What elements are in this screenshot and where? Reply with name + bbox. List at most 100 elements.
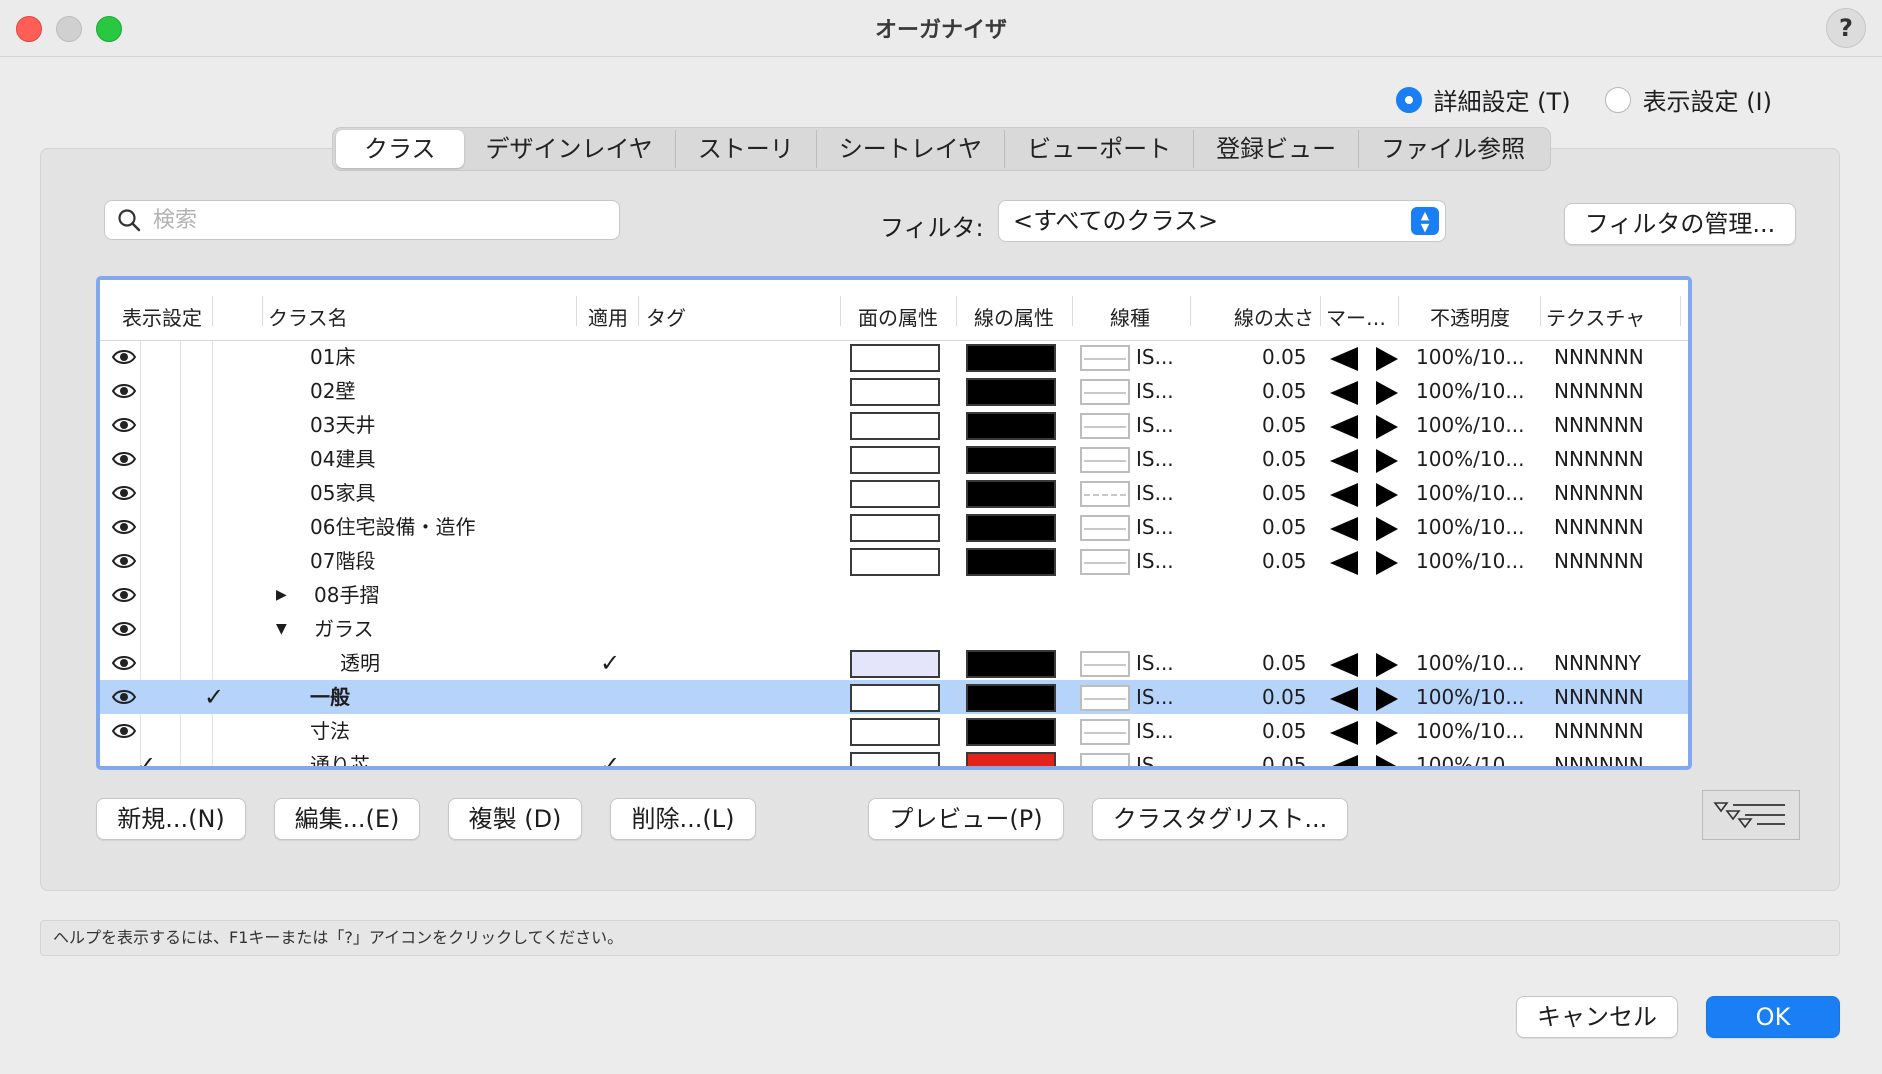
- col-class-name[interactable]: クラス名: [268, 302, 348, 331]
- tab-file-reference[interactable]: ファイル参照: [1358, 130, 1547, 168]
- texture-value[interactable]: NNNNNN: [1554, 680, 1644, 714]
- class-name[interactable]: 寸法: [310, 714, 350, 748]
- fill-attribute-swatch[interactable]: [850, 480, 940, 508]
- line-type-label[interactable]: IS...: [1136, 544, 1174, 578]
- marker-arrow-icon[interactable]: [1330, 381, 1398, 405]
- col-line-type[interactable]: 線種: [1110, 302, 1150, 331]
- table-row[interactable]: 寸法 IS... 0.05 100%/10... NNNNNN: [100, 714, 1688, 748]
- texture-value[interactable]: NNNNNN: [1554, 544, 1644, 578]
- line-weight-value[interactable]: 0.05: [1262, 374, 1307, 408]
- col-fill[interactable]: 面の属性: [858, 302, 938, 331]
- line-weight-value[interactable]: 0.05: [1262, 680, 1307, 714]
- line-type-label[interactable]: IS...: [1136, 646, 1174, 680]
- col-line-weight[interactable]: 線の太さ: [1234, 302, 1314, 331]
- class-name[interactable]: 04建具: [310, 442, 375, 476]
- eye-icon[interactable]: [111, 618, 137, 640]
- line-type-label[interactable]: IS...: [1136, 680, 1174, 714]
- class-name[interactable]: 透明: [340, 646, 380, 680]
- delete-button[interactable]: 削除...(L): [610, 798, 756, 840]
- detail-settings-radio[interactable]: 詳細設定 (T): [1395, 82, 1571, 117]
- line-attribute-swatch[interactable]: [966, 344, 1056, 372]
- search-field[interactable]: [104, 200, 620, 240]
- eye-icon[interactable]: [111, 516, 137, 538]
- line-attribute-swatch[interactable]: [966, 752, 1056, 766]
- class-name[interactable]: 一般: [310, 680, 350, 714]
- line-type-swatch[interactable]: [1080, 515, 1130, 541]
- marker-arrow-icon[interactable]: [1330, 449, 1398, 473]
- class-tag-list-button[interactable]: クラスタグリスト...: [1092, 798, 1348, 840]
- line-type-swatch[interactable]: [1080, 345, 1130, 371]
- tab-class[interactable]: クラス: [336, 130, 464, 168]
- line-attribute-swatch[interactable]: [966, 684, 1056, 712]
- line-weight-value[interactable]: 0.05: [1262, 544, 1307, 578]
- line-attribute-swatch[interactable]: [966, 718, 1056, 746]
- marker-arrow-icon[interactable]: [1330, 517, 1398, 541]
- manage-filters-button[interactable]: フィルタの管理...: [1564, 203, 1796, 245]
- apply-check-icon[interactable]: ✓: [600, 748, 620, 766]
- opacity-value[interactable]: 100%/10...: [1416, 476, 1524, 510]
- ok-button[interactable]: OK: [1706, 996, 1840, 1038]
- line-type-swatch[interactable]: [1080, 685, 1130, 711]
- table-row[interactable]: ✓ 通り芯 ✓ IS... 0.05 100%/10... NNNNNN: [100, 748, 1688, 766]
- texture-value[interactable]: NNNNNN: [1554, 408, 1644, 442]
- texture-value[interactable]: NNNNNN: [1554, 442, 1644, 476]
- class-name[interactable]: 07階段: [310, 544, 375, 578]
- radio-indicator[interactable]: [1395, 86, 1422, 113]
- radio-indicator[interactable]: [1604, 86, 1631, 113]
- table-row[interactable]: 01床 IS... 0.05 100%/10... NNNNNN: [100, 340, 1688, 374]
- col-divider[interactable]: [956, 296, 957, 326]
- marker-arrow-icon[interactable]: [1330, 551, 1398, 575]
- line-weight-value[interactable]: 0.05: [1262, 340, 1307, 374]
- table-row[interactable]: ✓ 一般 IS... 0.05 100%/10... NNNNNN: [100, 680, 1688, 714]
- class-name[interactable]: 03天井: [310, 408, 375, 442]
- col-divider[interactable]: [212, 296, 213, 326]
- line-type-swatch[interactable]: [1080, 549, 1130, 575]
- fill-attribute-swatch[interactable]: [850, 446, 940, 474]
- line-type-swatch[interactable]: [1080, 481, 1130, 507]
- cancel-button[interactable]: キャンセル: [1516, 996, 1678, 1038]
- fill-attribute-swatch[interactable]: [850, 650, 940, 678]
- col-divider[interactable]: [840, 296, 841, 326]
- help-button[interactable]: ?: [1826, 8, 1866, 48]
- col-apply[interactable]: 適用: [588, 302, 628, 331]
- fill-attribute-swatch[interactable]: [850, 752, 940, 766]
- line-type-label[interactable]: IS...: [1136, 748, 1174, 766]
- eye-icon[interactable]: [111, 482, 137, 504]
- line-type-label[interactable]: IS...: [1136, 714, 1174, 748]
- col-divider[interactable]: [638, 296, 639, 326]
- tab-design-layer[interactable]: デザインレイヤ: [464, 130, 675, 168]
- tab-sheet-layer[interactable]: シートレイヤ: [815, 130, 1004, 168]
- class-name[interactable]: 08手摺: [314, 578, 379, 612]
- line-attribute-swatch[interactable]: [966, 514, 1056, 542]
- line-weight-value[interactable]: 0.05: [1262, 408, 1307, 442]
- texture-value[interactable]: NNNNNN: [1554, 340, 1644, 374]
- line-type-label[interactable]: IS...: [1136, 442, 1174, 476]
- eye-icon[interactable]: [111, 414, 137, 436]
- line-type-label[interactable]: IS...: [1136, 476, 1174, 510]
- fill-attribute-swatch[interactable]: [850, 718, 940, 746]
- line-type-swatch[interactable]: [1080, 753, 1130, 766]
- opacity-value[interactable]: 100%/10...: [1416, 340, 1524, 374]
- line-type-label[interactable]: IS...: [1136, 510, 1174, 544]
- col-divider[interactable]: [262, 296, 263, 326]
- line-weight-value[interactable]: 0.05: [1262, 646, 1307, 680]
- class-name[interactable]: 06住宅設備・造作: [310, 510, 475, 544]
- fill-attribute-swatch[interactable]: [850, 514, 940, 542]
- col-divider[interactable]: [1190, 296, 1191, 326]
- table-row[interactable]: 03天井 IS... 0.05 100%/10... NNNNNN: [100, 408, 1688, 442]
- opacity-value[interactable]: 100%/10...: [1416, 510, 1524, 544]
- line-attribute-swatch[interactable]: [966, 480, 1056, 508]
- table-row[interactable]: 透明 ✓ IS... 0.05 100%/10... NNNNNY: [100, 646, 1688, 680]
- texture-value[interactable]: NNNNNN: [1554, 748, 1644, 766]
- line-type-label[interactable]: IS...: [1136, 408, 1174, 442]
- opacity-value[interactable]: 100%/10...: [1416, 714, 1524, 748]
- eye-icon[interactable]: [111, 652, 137, 674]
- fill-attribute-swatch[interactable]: [850, 548, 940, 576]
- new-button[interactable]: 新規...(N): [96, 798, 246, 840]
- line-type-swatch[interactable]: [1080, 447, 1130, 473]
- opacity-value[interactable]: 100%/10...: [1416, 646, 1524, 680]
- opacity-value[interactable]: 100%/10...: [1416, 408, 1524, 442]
- eye-icon[interactable]: [111, 380, 137, 402]
- table-row[interactable]: 02壁 IS... 0.05 100%/10... NNNNNN: [100, 374, 1688, 408]
- table-row[interactable]: ▶ 08手摺: [100, 578, 1688, 612]
